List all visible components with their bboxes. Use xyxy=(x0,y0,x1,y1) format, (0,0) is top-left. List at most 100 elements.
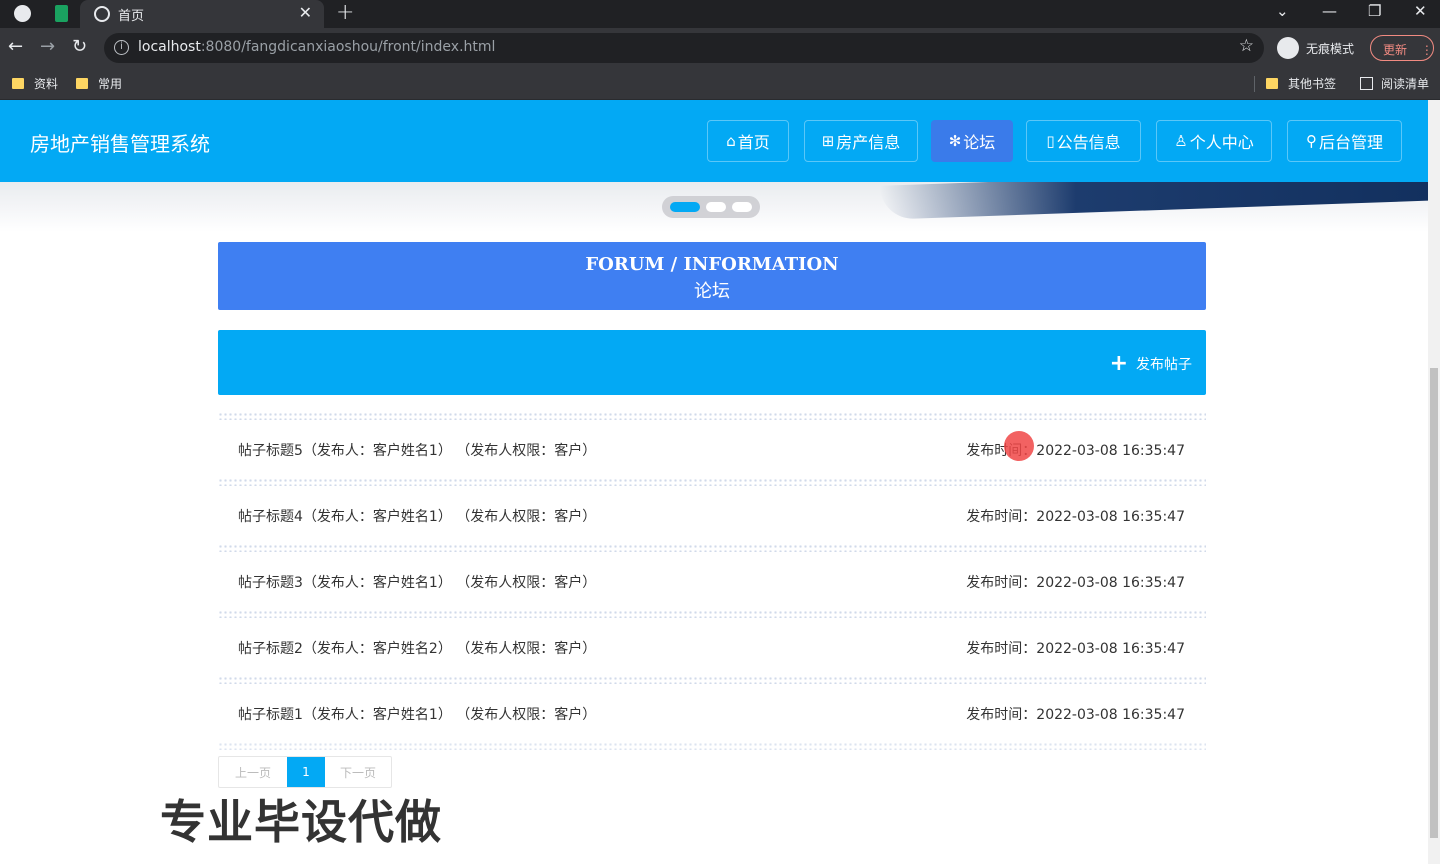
post-title[interactable]: 帖子标题2（发布人：客户姓名2） （发布人权限：客户） xyxy=(238,638,596,658)
incognito-icon[interactable] xyxy=(1277,37,1299,59)
scrollbar-thumb[interactable] xyxy=(1430,368,1438,838)
nav-personal-center[interactable]: ♙ 个人中心 xyxy=(1156,120,1272,162)
list-item[interactable]: 帖子标题3（发布人：客户姓名1） （发布人权限：客户） 发布时间：2022-03… xyxy=(218,544,1206,610)
bookmark-star-icon[interactable]: ☆ xyxy=(1239,36,1254,56)
mouse-cursor-highlight xyxy=(1004,431,1034,461)
list-item[interactable]: 帖子标题1（发布人：客户姓名1） （发布人权限：客户） 发布时间：2022-03… xyxy=(218,676,1206,742)
post-list: 帖子标题5（发布人：客户姓名1） （发布人权限：客户） 发布时间：2022-03… xyxy=(218,412,1206,750)
row-divider xyxy=(218,742,1206,750)
user-icon: ♙ xyxy=(1174,132,1188,150)
row-divider xyxy=(218,610,1206,618)
address-toolbar: ← → ↻ i localhost:8080/fangdicanxiaoshou… xyxy=(0,28,1440,68)
folder-icon xyxy=(76,78,88,89)
next-page-button[interactable]: 下一页 xyxy=(325,757,391,787)
grid-icon: ⊞ xyxy=(821,132,835,150)
url-host: localhost xyxy=(138,39,201,55)
snowflake-icon: ✻ xyxy=(948,132,962,150)
nav-label: 房产信息 xyxy=(836,133,901,152)
post-time: 发布时间：2022-03-08 16:35:47 xyxy=(966,575,1185,591)
reading-list[interactable]: 阅读清单 xyxy=(1360,75,1429,92)
nav-admin[interactable]: ⚲ 后台管理 xyxy=(1287,120,1402,162)
reload-icon[interactable]: ↻ xyxy=(72,36,87,57)
close-tab-icon[interactable]: ✕ xyxy=(299,3,312,22)
reading-list-icon xyxy=(1360,77,1373,90)
browser-app-icon[interactable] xyxy=(14,5,31,22)
carousel-dot-active[interactable] xyxy=(670,202,700,212)
post-time: 发布时间：2022-03-08 16:35:47 xyxy=(966,509,1185,525)
list-item[interactable]: 帖子标题2（发布人：客户姓名2） （发布人权限：客户） 发布时间：2022-03… xyxy=(218,610,1206,676)
watermark-text: 专业毕设代做 xyxy=(160,795,442,849)
url-bar[interactable]: i localhost:8080/fangdicanxiaoshou/front… xyxy=(104,33,1264,63)
url-path: :8080/fangdicanxiaoshou/front/index.html xyxy=(200,39,496,55)
carousel-dot[interactable] xyxy=(732,202,752,212)
pagination: 上一页 1 下一页 xyxy=(218,756,392,788)
folder-icon xyxy=(12,78,24,89)
post-title[interactable]: 帖子标题1（发布人：客户姓名1） （发布人权限：客户） xyxy=(238,704,596,724)
browser-tab-active[interactable]: 首页 ✕ xyxy=(80,0,324,28)
home-icon: ⌂ xyxy=(726,132,736,150)
row-divider xyxy=(218,412,1206,420)
nav-label: 公告信息 xyxy=(1056,133,1121,152)
page-number-current[interactable]: 1 xyxy=(287,757,325,787)
reading-list-label: 阅读清单 xyxy=(1381,77,1430,91)
link-icon: ⚲ xyxy=(1305,132,1317,150)
publish-post-label: 发布帖子 xyxy=(1136,357,1192,373)
site-header: 房地产销售管理系统 ⌂ 首页 ⊞ 房产信息 ✻ 论坛 ▯ 公告信息 ♙ 个人中心 ⚲ 后台管… xyxy=(0,100,1428,182)
other-bookmarks[interactable]: 其他书签 xyxy=(1266,75,1336,92)
carousel-dot[interactable] xyxy=(706,202,726,212)
row-divider xyxy=(218,676,1206,684)
list-item[interactable]: 帖子标题4（发布人：客户姓名1） （发布人权限：客户） 发布时间：2022-03… xyxy=(218,478,1206,544)
row-divider xyxy=(218,478,1206,486)
banner-carousel xyxy=(0,182,1428,232)
section-title-en: FORUM / INFORMATION xyxy=(585,254,839,275)
section-title-cn: 论坛 xyxy=(694,281,730,302)
update-button[interactable]: 更新 ⋮ xyxy=(1370,35,1434,61)
bookmark-folder-ziliao[interactable]: 资料 xyxy=(12,75,58,92)
plus-icon: + xyxy=(1109,351,1128,376)
bookmark-label: 常用 xyxy=(98,77,123,91)
update-label: 更新 xyxy=(1383,43,1408,57)
folder-icon xyxy=(1266,78,1278,89)
nav-property-info[interactable]: ⊞ 房产信息 xyxy=(804,120,918,162)
nav-home[interactable]: ⌂ 首页 xyxy=(707,120,789,162)
row-divider xyxy=(218,544,1206,552)
window-close-icon[interactable]: ✕ xyxy=(1414,2,1427,20)
post-time: 发布时间：2022-03-08 16:35:47 xyxy=(966,707,1185,723)
post-time: 发布时间：2022-03-08 16:35:47 xyxy=(966,641,1185,657)
tab-title: 首页 xyxy=(118,9,145,24)
nav-label: 后台管理 xyxy=(1318,133,1383,152)
nav-forum[interactable]: ✻ 论坛 xyxy=(931,120,1013,162)
new-tab-button[interactable]: + xyxy=(336,0,354,25)
bookmark-folder-changyong[interactable]: 常用 xyxy=(76,75,122,92)
post-title[interactable]: 帖子标题3（发布人：客户姓名1） （发布人权限：客户） xyxy=(238,572,596,592)
publish-post-button[interactable]: + 发布帖子 xyxy=(1109,351,1192,376)
bookmarks-bar: 资料 常用 其他书签 阅读清单 xyxy=(0,68,1440,100)
post-title[interactable]: 帖子标题4（发布人：客户姓名1） （发布人权限：客户） xyxy=(238,506,596,526)
notice-icon: ▯ xyxy=(1046,132,1055,150)
back-icon[interactable]: ← xyxy=(8,36,23,57)
globe-icon xyxy=(94,6,110,22)
nav-label: 个人中心 xyxy=(1189,133,1254,152)
page-viewport: 房地产销售管理系统 ⌂ 首页 ⊞ 房产信息 ✻ 论坛 ▯ 公告信息 ♙ 个人中心 ⚲ 后台管… xyxy=(0,100,1440,864)
url-text: localhost:8080/fangdicanxiaoshou/front/i… xyxy=(138,39,495,55)
forward-icon[interactable]: → xyxy=(40,36,55,57)
tab-search-icon[interactable]: ⌄ xyxy=(1276,2,1289,20)
bookmark-separator xyxy=(1254,76,1255,92)
page-scrollbar[interactable] xyxy=(1428,100,1440,864)
nav-label: 论坛 xyxy=(963,133,996,152)
section-heading: FORUM / INFORMATION 论坛 xyxy=(218,242,1206,310)
sheets-tab-icon[interactable] xyxy=(55,5,68,22)
nav-announcements[interactable]: ▯ 公告信息 xyxy=(1026,120,1141,162)
browser-tab-bar: 首页 ✕ + ⌄ — ❐ ✕ xyxy=(0,0,1440,28)
post-time: 发布时间：2022-03-08 16:35:47 xyxy=(966,443,1185,459)
site-title: 房地产销售管理系统 xyxy=(30,132,210,156)
site-info-icon[interactable]: i xyxy=(114,40,129,55)
banner-image xyxy=(880,182,1428,220)
list-item[interactable]: 帖子标题5（发布人：客户姓名1） （发布人权限：客户） 发布时间：2022-03… xyxy=(218,412,1206,478)
prev-page-button[interactable]: 上一页 xyxy=(219,757,287,787)
minimize-icon[interactable]: — xyxy=(1322,2,1337,20)
post-title[interactable]: 帖子标题5（发布人：客户姓名1） （发布人权限：客户） xyxy=(238,440,596,460)
more-menu-icon[interactable]: ⋮ xyxy=(1421,43,1433,57)
nav-label: 首页 xyxy=(737,133,770,152)
restore-icon[interactable]: ❐ xyxy=(1368,2,1381,20)
